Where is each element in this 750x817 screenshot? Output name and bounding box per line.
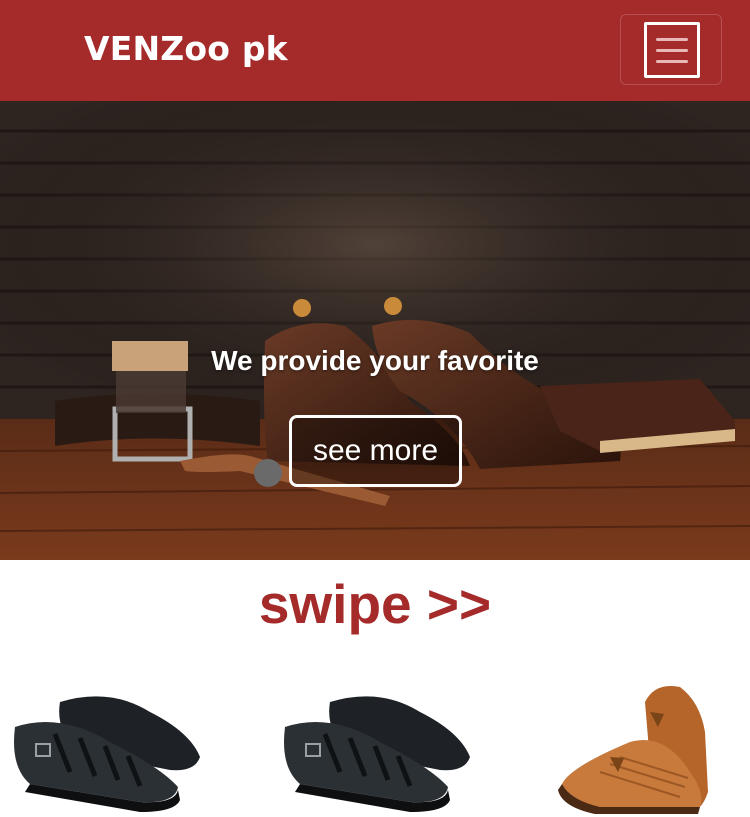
navbar: VENZoo pk xyxy=(0,0,750,101)
brown-sandal-image xyxy=(558,686,708,814)
see-more-button[interactable]: see more xyxy=(289,415,462,487)
brand-logo-text[interactable]: VENZoo pk xyxy=(84,29,288,68)
hero-headline: We provide your favorite xyxy=(211,345,539,376)
black-sandal-image xyxy=(14,696,200,812)
menu-toggle-button[interactable] xyxy=(620,14,722,85)
product-card[interactable] xyxy=(0,672,225,817)
black-sandal-image xyxy=(284,696,470,812)
hero-banner: We provide your favorite see more xyxy=(0,101,750,560)
hamburger-menu-icon xyxy=(644,22,700,78)
hero-background-image xyxy=(0,101,750,560)
swipe-label: swipe >> xyxy=(258,573,492,635)
product-card[interactable] xyxy=(270,672,495,817)
product-card[interactable] xyxy=(540,672,750,817)
